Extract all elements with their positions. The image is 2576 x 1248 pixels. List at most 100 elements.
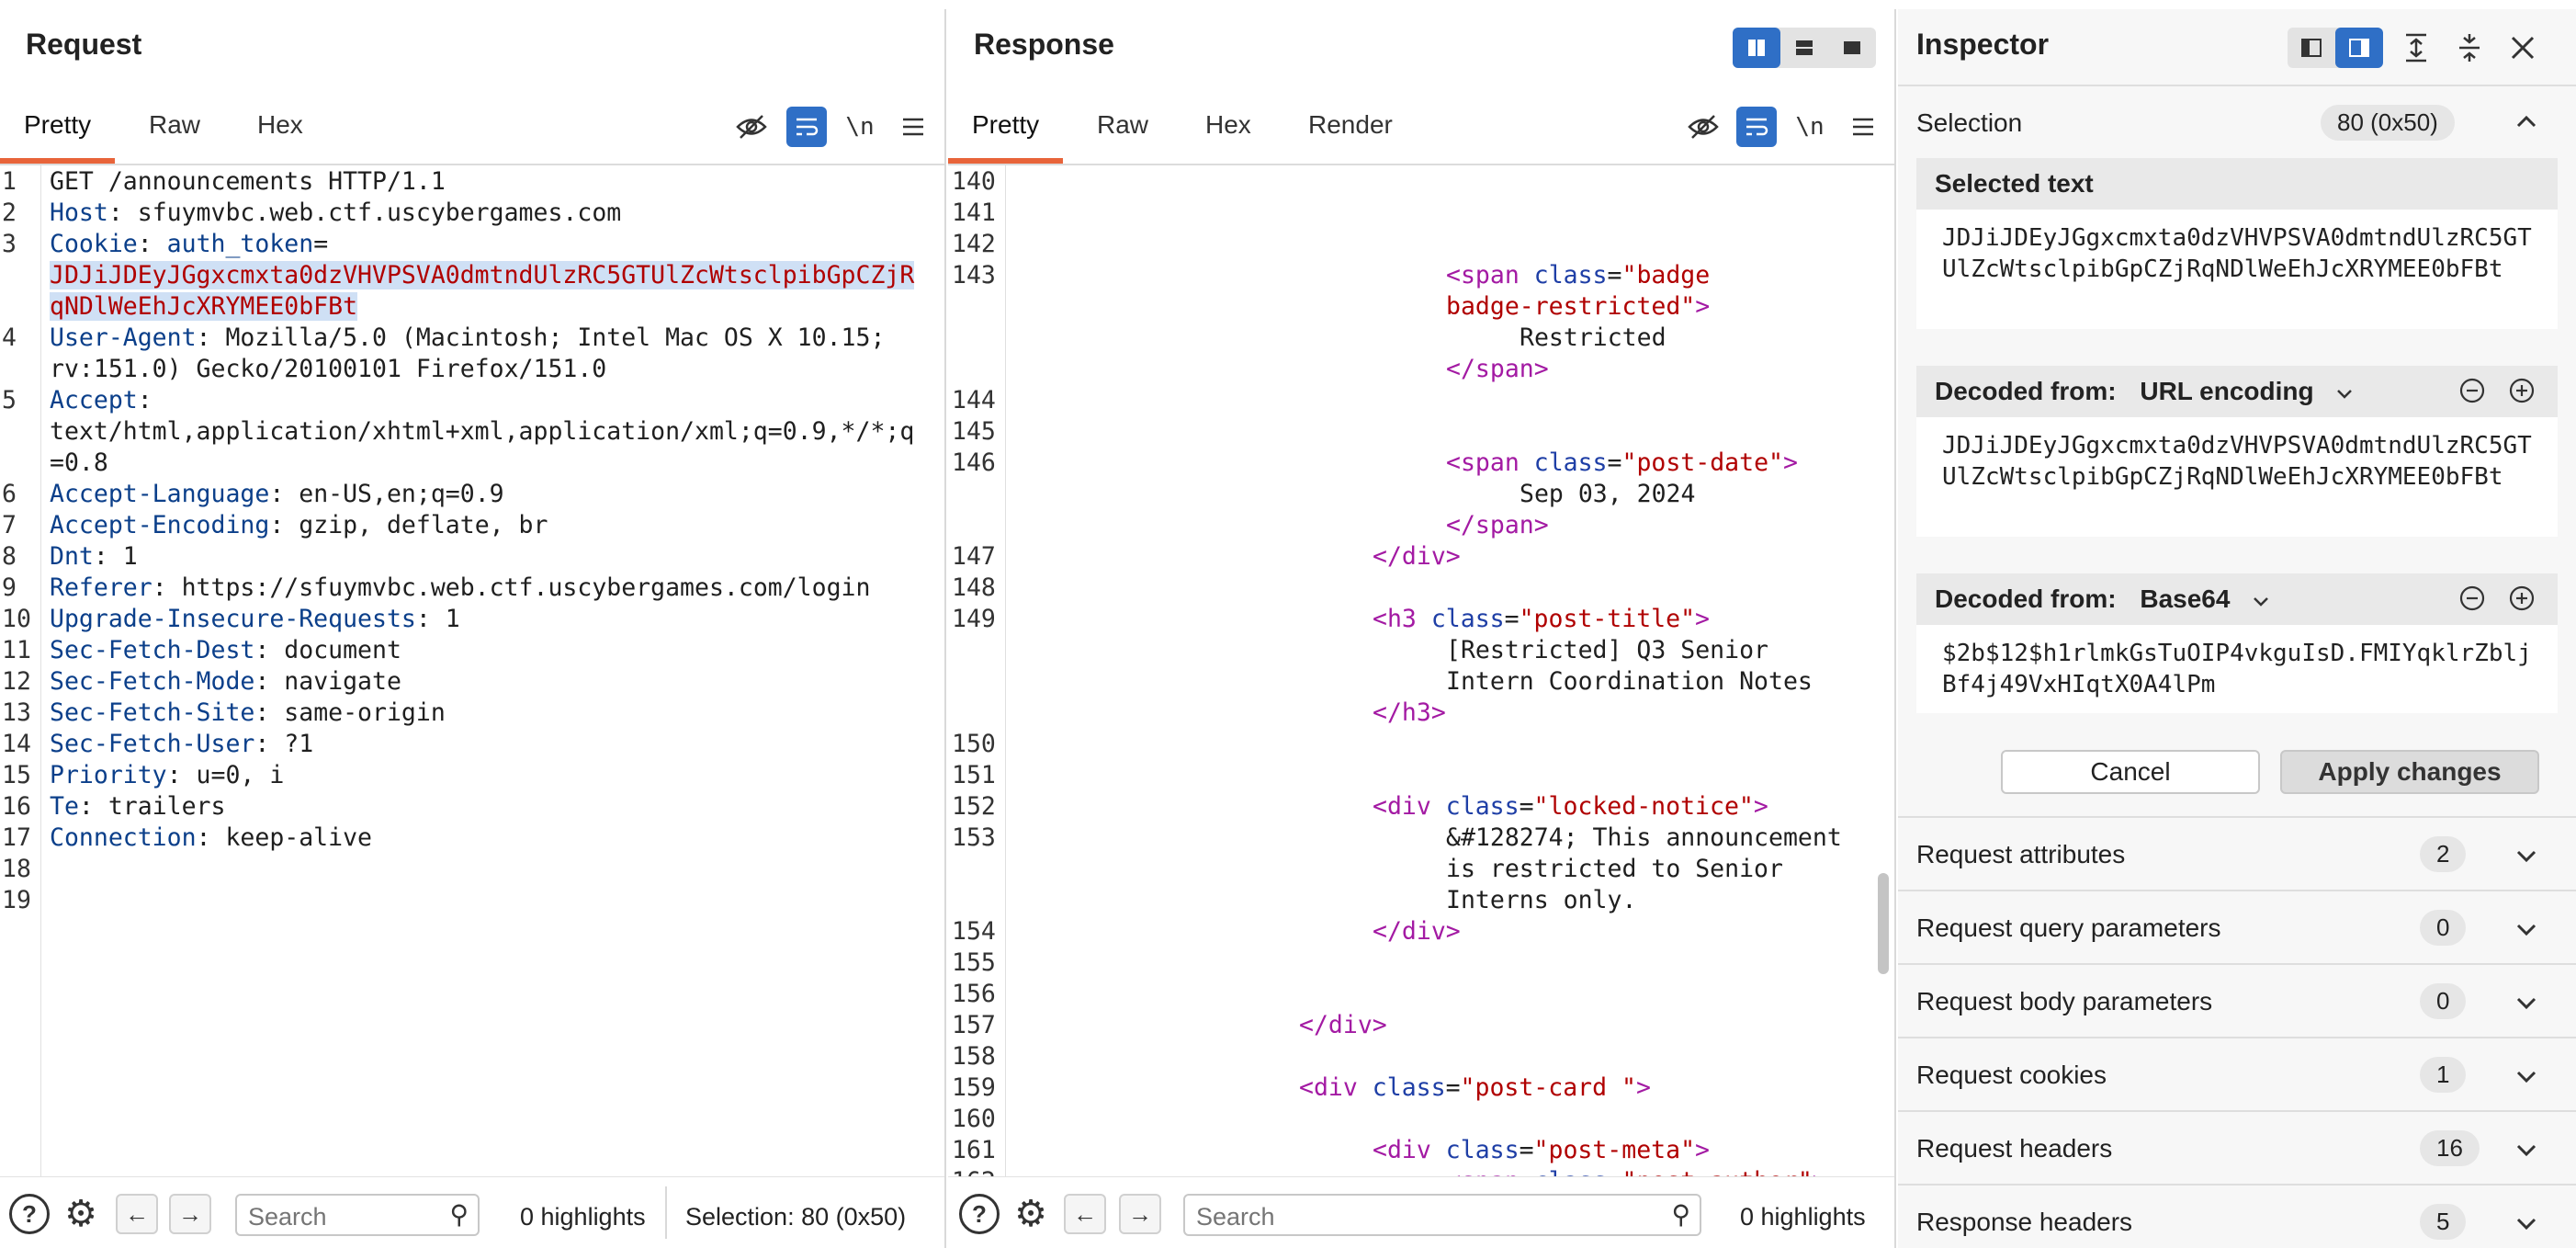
code-line: </span> xyxy=(1446,355,1549,383)
chevron-down-icon[interactable] xyxy=(2515,1062,2537,1091)
hamburger-menu-icon[interactable] xyxy=(1843,107,1883,147)
inspector-section-row[interactable]: Request query parameters 0 xyxy=(1898,890,2576,963)
inspector-section-row[interactable]: Request cookies 1 xyxy=(1898,1037,2576,1110)
inspector-section-row[interactable]: Request headers 16 xyxy=(1898,1110,2576,1184)
wrap-lines-icon[interactable] xyxy=(786,107,827,147)
code-token: : xyxy=(137,230,167,258)
chevron-down-icon[interactable] xyxy=(2335,377,2354,405)
remove-decoding-icon[interactable] xyxy=(2458,377,2486,411)
close-icon[interactable] xyxy=(2503,28,2543,68)
newline-toggle[interactable]: \n xyxy=(840,107,880,147)
line-number: 151 xyxy=(952,761,996,789)
response-highlights: 0 highlights xyxy=(1740,1203,1866,1231)
chevron-down-icon[interactable] xyxy=(2515,915,2537,944)
selection-row[interactable]: Selection 80 (0x50) xyxy=(1898,85,2576,158)
code-line: Priority: u=0, i xyxy=(50,761,284,789)
inspector-section-row[interactable]: Response headers 5 xyxy=(1898,1184,2576,1248)
wrap-lines-icon[interactable] xyxy=(1736,107,1777,147)
code-token: = xyxy=(1519,1136,1534,1164)
code-token: <div xyxy=(1373,1136,1446,1164)
arrow-right-icon[interactable]: → xyxy=(169,1194,211,1234)
request-search-input[interactable] xyxy=(248,1203,424,1231)
inspector-left-layout-icon[interactable] xyxy=(2288,28,2335,68)
request-selection-info: Selection: 80 (0x50) xyxy=(685,1203,907,1231)
remove-decoding-icon[interactable] xyxy=(2458,584,2486,618)
code-token: Connection xyxy=(50,823,197,852)
line-number: 162 xyxy=(952,1167,996,1176)
line-number: 152 xyxy=(952,792,996,821)
code-token: > xyxy=(1782,448,1798,477)
code-line: badge-restricted"> xyxy=(1446,292,1710,321)
section-label: Request query parameters xyxy=(1916,913,2221,942)
help-icon[interactable]: ? xyxy=(959,1194,1000,1234)
decoded-url-value[interactable]: JDJiJDEyJGgxcmxta0dzVHVPSVA0dmtndUlzRC5G… xyxy=(1916,417,2558,537)
code-token: <h3 xyxy=(1373,605,1431,633)
request-tab-pretty[interactable]: Pretty xyxy=(0,110,116,164)
code-line: Intern Coordination Notes xyxy=(1446,667,1813,696)
request-bottom-bar: ? ⚙ ← → ⚲ 0 highlights Selection: 80 (0x… xyxy=(0,1176,944,1248)
code-line: Referer: https://sfuymvbc.web.ctf.uscybe… xyxy=(50,573,870,602)
code-token: class xyxy=(1445,1136,1520,1164)
code-token: : en-US,en;q=0.9 xyxy=(269,480,504,508)
arrow-left-icon[interactable]: ← xyxy=(116,1194,158,1234)
arrow-left-icon[interactable]: ← xyxy=(1064,1194,1106,1234)
response-editor[interactable]: 140 141 142 143 <span class="badge badge-rest… xyxy=(948,165,1894,1176)
chevron-down-icon[interactable] xyxy=(2252,584,2270,613)
request-editor[interactable]: 1 GET /announcements HTTP/1.1 2 Host: sfuym… xyxy=(0,165,944,1176)
add-decoding-icon[interactable] xyxy=(2508,584,2536,618)
newline-toggle[interactable]: \n xyxy=(1790,107,1830,147)
layout-single-icon[interactable] xyxy=(1828,28,1876,68)
decoding-type-select[interactable]: URL encoding xyxy=(2140,377,2313,405)
code-token: class xyxy=(1533,261,1608,289)
chevron-up-icon[interactable] xyxy=(2515,107,2537,135)
collapse-all-icon[interactable] xyxy=(2449,28,2490,68)
inspector-section-row[interactable]: Request attributes 2 xyxy=(1898,816,2576,890)
decoding-type-select[interactable]: Base64 xyxy=(2140,584,2230,613)
response-tab-pretty[interactable]: Pretty xyxy=(948,110,1064,164)
hamburger-menu-icon[interactable] xyxy=(893,107,933,147)
section-count-badge: 0 xyxy=(2420,983,2467,1019)
expand-all-icon[interactable] xyxy=(2396,28,2436,68)
response-tab-render[interactable]: Render xyxy=(1308,110,1393,158)
hide-nonprintable-icon[interactable] xyxy=(731,107,772,147)
request-tab-hex[interactable]: Hex xyxy=(257,110,303,158)
code-token: Upgrade-Insecure-Requests xyxy=(50,605,416,633)
response-scrollbar[interactable] xyxy=(1878,873,1889,974)
gear-icon[interactable]: ⚙ xyxy=(59,1192,103,1236)
code-line: User-Agent: Mozilla/5.0 (Macintosh; Inte… xyxy=(50,323,885,352)
cancel-button[interactable]: Cancel xyxy=(2001,750,2260,794)
response-tab-raw[interactable]: Raw xyxy=(1097,110,1148,158)
section-count-badge: 5 xyxy=(2420,1204,2467,1240)
chevron-down-icon[interactable] xyxy=(2515,842,2537,870)
code-token: : trailers xyxy=(78,792,226,821)
inspector-right-layout-icon[interactable] xyxy=(2335,28,2383,68)
response-tab-hex[interactable]: Hex xyxy=(1205,110,1251,158)
gear-icon[interactable]: ⚙ xyxy=(1009,1192,1053,1236)
code-token: Priority xyxy=(50,761,167,789)
hide-nonprintable-icon[interactable] xyxy=(1683,107,1723,147)
response-search-box[interactable]: ⚲ xyxy=(1183,1194,1701,1236)
arrow-right-icon[interactable]: → xyxy=(1119,1194,1161,1234)
code-token: Accept-Language xyxy=(50,480,270,508)
line-number: 160 xyxy=(952,1105,996,1133)
selected-text-value[interactable]: JDJiJDEyJGgxcmxta0dzVHVPSVA0dmtndUlzRC5G… xyxy=(1916,210,2558,329)
chevron-down-icon[interactable] xyxy=(2515,1209,2537,1238)
chevron-down-icon[interactable] xyxy=(2515,1136,2537,1164)
request-title: Request xyxy=(26,28,142,61)
line-number: 11 xyxy=(2,636,31,664)
help-icon[interactable]: ? xyxy=(9,1194,50,1234)
add-decoding-icon[interactable] xyxy=(2508,377,2536,411)
code-token: text/html,application/xhtml+xml,applicat… xyxy=(50,417,915,446)
inspector-section-row[interactable]: Request body parameters 0 xyxy=(1898,963,2576,1037)
layout-side-by-side-icon[interactable] xyxy=(1733,28,1780,68)
code-token: : u=0, i xyxy=(166,761,285,789)
apply-changes-button[interactable]: Apply changes xyxy=(2280,750,2539,794)
chevron-down-icon[interactable] xyxy=(2515,989,2537,1017)
line-number: 157 xyxy=(952,1011,996,1039)
layout-stacked-icon[interactable] xyxy=(1780,28,1828,68)
response-search-input[interactable] xyxy=(1196,1203,1590,1231)
decoded-base64-value[interactable]: $2b$12$h1rlmkGsTuOIP4vkguIsD.FMIYqklrZbl… xyxy=(1916,625,2558,713)
request-search-box[interactable]: ⚲ xyxy=(235,1194,480,1236)
request-tab-raw[interactable]: Raw xyxy=(149,110,200,158)
divider xyxy=(665,1186,667,1239)
